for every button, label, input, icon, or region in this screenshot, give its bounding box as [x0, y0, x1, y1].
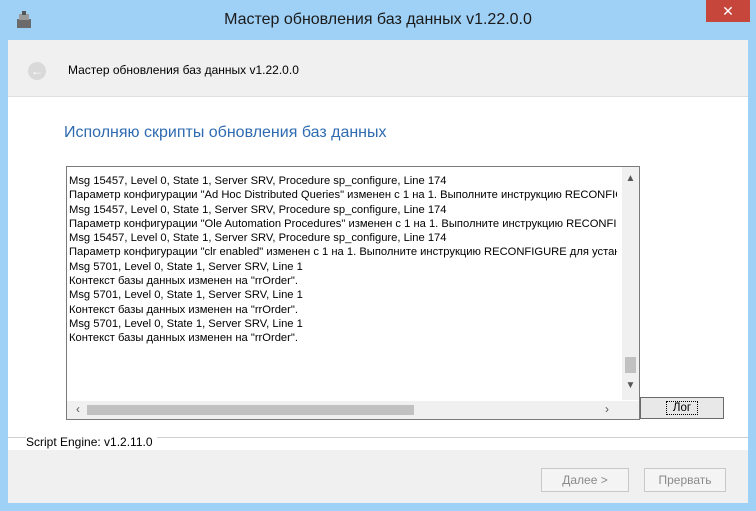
wizard-header: ← Мастер обновления баз данных v1.22.0.0 [8, 40, 748, 97]
log-line: Параметр конфигурации "clr enabled" изме… [69, 246, 617, 259]
log-line: Msg 5701, Level 0, State 1, Server SRV, … [69, 317, 303, 330]
vertical-scrollbar[interactable]: ▲ ▼ [622, 167, 639, 400]
page-heading: Исполняю скрипты обновления баз данных [64, 124, 387, 141]
scroll-down-icon[interactable]: ▼ [622, 380, 639, 396]
log-line: Msg 15457, Level 0, State 1, Server SRV,… [69, 203, 447, 216]
log-button-label: Лог [665, 401, 699, 415]
scroll-left-icon[interactable]: ‹ [71, 402, 85, 418]
scroll-right-icon[interactable]: › [600, 402, 614, 418]
wizard-window: Мастер обновления баз данных v1.22.0.0 ✕… [0, 0, 756, 511]
script-engine-label: Script Engine: v1.2.11.0 [26, 435, 157, 449]
cancel-button[interactable]: Прервать [644, 468, 726, 492]
wizard-body: ← Мастер обновления баз данных v1.22.0.0… [8, 40, 748, 503]
log-line: Контекст базы данных изменен на "rrOrder… [69, 275, 298, 288]
log-line: Параметр конфигурации "Ad Hoc Distribute… [69, 189, 617, 202]
log-line: Параметр конфигурации "Ole Automation Pr… [69, 217, 617, 230]
log-button[interactable]: Лог [640, 397, 724, 419]
horizontal-scroll-thumb[interactable] [87, 405, 414, 415]
log-line: Контекст базы данных изменен на "rrOrder… [69, 303, 298, 316]
scroll-up-icon[interactable]: ▲ [622, 173, 639, 189]
close-button[interactable]: ✕ [706, 0, 750, 22]
log-line: Msg 5701, Level 0, State 1, Server SRV, … [69, 260, 303, 273]
log-line: Контекст базы данных изменен на "rrOrder… [69, 332, 298, 345]
next-button[interactable]: Далее > [541, 468, 629, 492]
header-title: Мастер обновления баз данных v1.22.0.0 [68, 63, 299, 77]
log-text: Msg 15457, Level 0, State 1, Server SRV,… [69, 174, 617, 394]
log-line: Msg 5701, Level 0, State 1, Server SRV, … [69, 289, 303, 302]
horizontal-scrollbar[interactable]: ‹ › [67, 401, 622, 419]
window-title: Мастер обновления баз данных v1.22.0.0 [224, 11, 532, 28]
log-line: Msg 15457, Level 0, State 1, Server SRV,… [69, 175, 447, 187]
log-textbox[interactable]: Msg 15457, Level 0, State 1, Server SRV,… [66, 166, 640, 420]
vertical-scroll-thumb[interactable] [625, 357, 636, 373]
scrollbar-corner [622, 401, 639, 419]
log-line: Msg 15457, Level 0, State 1, Server SRV,… [69, 232, 447, 245]
button-bar: Далее > Прервать [8, 450, 748, 503]
back-arrow-icon[interactable]: ← [28, 62, 46, 80]
title-bar[interactable]: Мастер обновления баз данных v1.22.0.0 ✕ [0, 0, 756, 40]
